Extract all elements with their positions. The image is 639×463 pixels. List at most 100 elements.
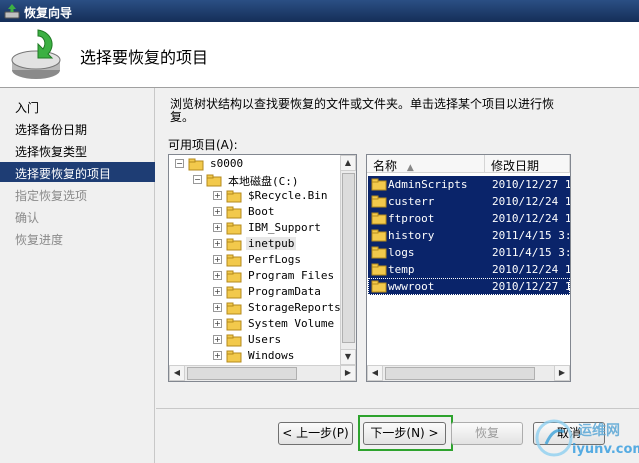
tree-node-label: Program Files [248,269,335,282]
expand-icon[interactable]: + [213,335,222,344]
site-watermark: 运维网 iyunv.com [532,414,639,463]
folder-icon [371,280,387,293]
tree-node-label: inetpub [246,237,297,250]
folder-icon [226,254,242,267]
scroll-up-arrow-icon[interactable]: ▲ [340,155,356,171]
expand-icon[interactable]: + [213,207,222,216]
item-name: AdminScripts [388,178,468,191]
wizard-steps: 入门 选择备份日期 选择恢复类型 选择要恢复的项目 指定恢复选项 确认 恢复进度 [0,88,155,463]
page-title: 选择要恢复的项目 [80,48,209,67]
instruction-line: 复。 [170,110,195,124]
step-select-items[interactable]: 选择要恢复的项目 [0,162,155,182]
folder-icon [371,178,387,191]
item-name: temp [388,263,415,276]
item-date: 2010/12/24 14 [492,212,570,225]
expand-icon[interactable]: + [213,191,222,200]
folder-icon [226,286,242,299]
tree-horizontal-scrollbar[interactable]: ◀ ▶ [169,365,356,381]
step-progress: 恢复进度 [0,228,155,248]
scroll-down-arrow-icon[interactable]: ▼ [340,349,356,365]
expand-icon[interactable]: + [213,271,222,280]
scroll-left-arrow-icon[interactable]: ◀ [367,365,383,381]
folder-icon [226,222,242,235]
item-name: ftproot [388,212,435,225]
collapse-icon[interactable]: − [175,159,184,168]
folder-icon [226,238,242,251]
expand-icon[interactable]: + [213,223,222,232]
item-name: history [388,229,435,242]
list-item[interactable]: logs 2011/4/15 3:2 [368,244,570,261]
scroll-thumb[interactable] [385,367,535,380]
tree-node-label: IBM_Support [248,221,321,234]
list-item[interactable]: temp 2010/12/24 14 [368,261,570,278]
folder-icon [226,318,242,331]
watermark-brand: 运维网 [578,423,620,439]
step-getting-started[interactable]: 入门 [0,96,155,116]
tree-node-label: StorageReports [248,301,341,314]
list-item[interactable]: AdminScripts 2010/12/27 11 [368,176,570,193]
expand-icon[interactable]: + [213,239,222,248]
file-list[interactable]: 名称 ▲ 修改日期 AdminScripts 2010/12/27 11 cus… [366,154,571,382]
folder-icon [371,263,387,276]
watermark-url: iyunv.com [572,442,639,457]
backup-restore-icon [11,29,61,79]
folder-icon [226,190,242,203]
tree-node-label: ProgramData [248,285,321,298]
item-date: 2010/12/27 11 [492,178,570,191]
item-name: wwwroot [388,280,435,293]
tree-node-label: Users [248,333,282,346]
window-title: 恢复向导 [24,6,73,20]
tree-node-label: System Volume I [248,317,348,330]
tree-node-label: Windows [248,349,295,362]
sort-ascending-icon: ▲ [406,163,414,173]
expand-icon[interactable]: + [213,287,222,296]
folder-icon [226,270,242,283]
tree-node-label: 本地磁盘(C:) [228,175,299,188]
tree-node-label: Boot [248,205,275,218]
list-item[interactable]: custerr 2010/12/24 14 [368,193,570,210]
scroll-right-arrow-icon[interactable]: ▶ [340,365,356,381]
step-select-backup-date[interactable]: 选择备份日期 [0,118,155,138]
column-header-name[interactable]: 名称 ▲ [367,155,485,173]
column-header-modified[interactable]: 修改日期 [485,155,570,173]
item-date: 2011/4/15 3:2 [492,229,570,242]
step-select-recovery-type[interactable]: 选择恢复类型 [0,140,155,160]
restore-button: 恢复 [451,422,523,445]
folder-icon [371,212,387,225]
instruction-text: 浏览树状结构以查找要恢复的文件或文件夹。单击选择某个项目以进行恢 复。 [170,98,590,124]
item-date: 2010/12/24 14 [492,195,570,208]
list-item[interactable]: wwwroot 2010/12/27 12 [368,278,570,295]
folder-icon [371,195,387,208]
tree-node-label: s0000 [210,157,244,170]
folder-tree[interactable]: − s0000 − 本地磁盘(C:) + $Recycle.Bin + Boot… [168,154,357,382]
instruction-line: 浏览树状结构以查找要恢复的文件或文件夹。单击选择某个项目以进行恢 [170,97,555,111]
expand-icon[interactable]: + [213,351,222,360]
step-label: 选择备份日期 [15,123,88,137]
previous-button[interactable]: < 上一步(P) [278,422,353,445]
title-bar: 恢复向导 [0,0,639,22]
folder-icon [226,350,242,363]
item-name: custerr [388,195,435,208]
item-date: 2010/12/24 14 [492,263,570,276]
step-confirm: 确认 [0,206,155,226]
expand-icon[interactable]: + [213,303,222,312]
scroll-thumb[interactable] [187,367,297,380]
list-item[interactable]: ftproot 2010/12/24 14 [368,210,570,227]
folder-icon [226,334,242,347]
restore-app-icon [4,4,20,19]
step-label: 选择要恢复的项目 [15,167,112,181]
scroll-left-arrow-icon[interactable]: ◀ [169,365,185,381]
scroll-thumb[interactable] [342,173,355,343]
list-horizontal-scrollbar[interactable]: ◀ ▶ [367,365,570,381]
next-button[interactable]: 下一步(N) > [363,422,446,445]
list-item[interactable]: history 2011/4/15 3:2 [368,227,570,244]
tree-node-label: PerfLogs [248,253,301,266]
scroll-right-arrow-icon[interactable]: ▶ [554,365,570,381]
expand-icon[interactable]: + [213,255,222,264]
tree-vertical-scrollbar[interactable]: ▲ ▼ [340,155,356,365]
page-header: 选择要恢复的项目 [0,22,639,88]
collapse-icon[interactable]: − [193,175,202,184]
item-name: logs [388,246,415,259]
step-label: 选择恢复类型 [15,145,88,159]
expand-icon[interactable]: + [213,319,222,328]
